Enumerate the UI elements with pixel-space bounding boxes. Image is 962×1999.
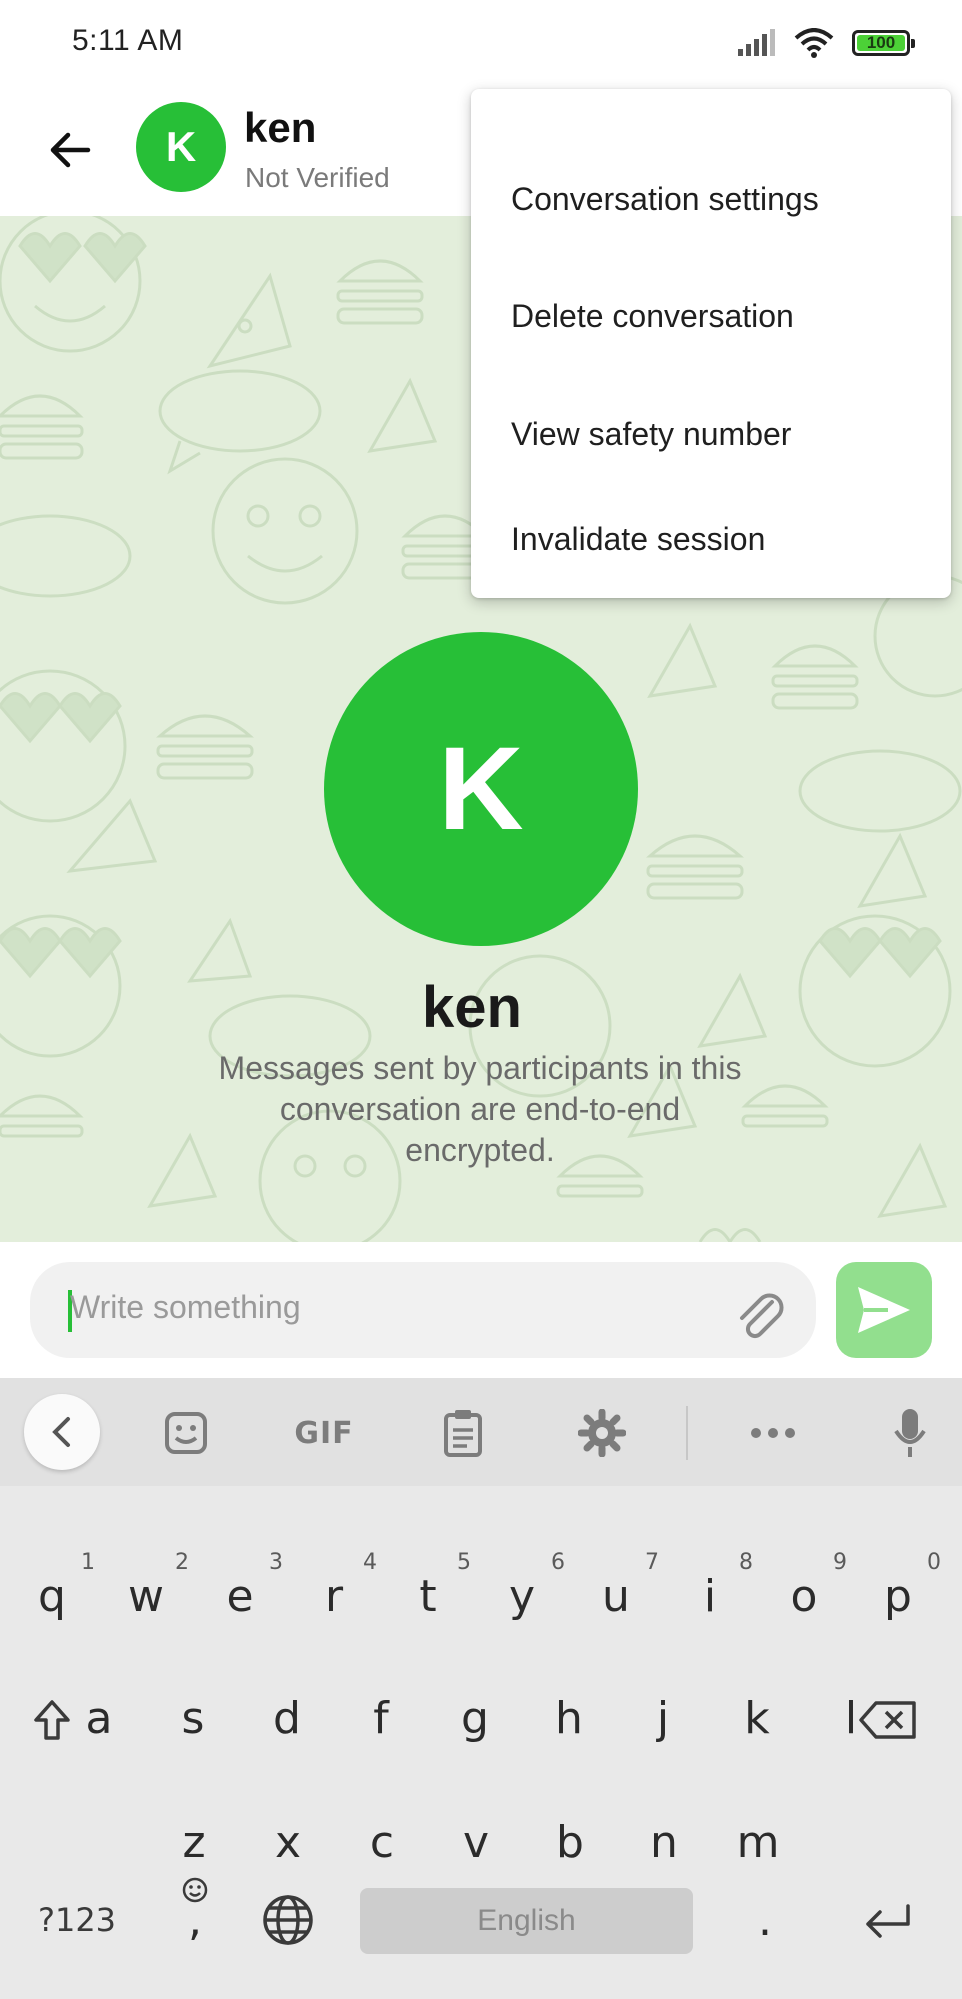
key-hint: 0 — [927, 1550, 941, 1575]
sticker-icon — [165, 1412, 207, 1454]
more-icon — [751, 1428, 795, 1438]
key-d[interactable]: d — [240, 1670, 334, 1766]
key-label: y — [508, 1570, 536, 1622]
key-label: t — [419, 1570, 437, 1622]
key-s[interactable]: s — [146, 1670, 240, 1766]
back-arrow-icon — [50, 132, 91, 168]
menu-item-invalidate-session[interactable]: Invalidate session — [471, 493, 951, 598]
shift-key[interactable] — [5, 1672, 99, 1768]
gif-button[interactable]: GIF — [286, 1400, 362, 1466]
sticker-button[interactable] — [148, 1400, 224, 1466]
key-label: r — [324, 1570, 344, 1622]
key-v[interactable]: v — [429, 1794, 523, 1890]
key-hint: 2 — [175, 1550, 189, 1575]
backspace-key[interactable] — [836, 1672, 940, 1768]
menu-item-view-safety-number[interactable]: View safety number — [471, 375, 951, 493]
signal-icon — [738, 29, 775, 56]
symbols-key[interactable]: ?123 — [20, 1872, 134, 1968]
back-button[interactable] — [36, 116, 104, 184]
key-h[interactable]: h — [522, 1670, 616, 1766]
status-icons: 100 — [736, 26, 915, 60]
key-hint: 5 — [457, 1550, 471, 1575]
key-label: i — [703, 1570, 717, 1622]
send-icon — [858, 1287, 910, 1333]
status-bar: 5:11 AM 100 — [0, 0, 962, 86]
composer-bar: Write something — [0, 1242, 962, 1378]
key-w[interactable]: w2 — [99, 1548, 193, 1644]
globe-icon — [263, 1895, 313, 1945]
key-hint: 7 — [645, 1550, 659, 1575]
verification-status: Not Verified — [245, 162, 390, 193]
voice-input-button[interactable] — [872, 1400, 948, 1466]
paperclip-icon — [740, 1293, 784, 1339]
key-y[interactable]: y6 — [475, 1548, 569, 1644]
key-label: o — [790, 1570, 818, 1622]
key-hint: 1 — [81, 1550, 95, 1575]
key-r[interactable]: r4 — [287, 1548, 381, 1644]
enter-icon — [866, 1904, 910, 1938]
send-button[interactable] — [836, 1262, 932, 1358]
key-o[interactable]: o9 — [757, 1548, 851, 1644]
language-key[interactable] — [241, 1872, 335, 1968]
key-e[interactable]: e3 — [193, 1548, 287, 1644]
microphone-icon — [894, 1409, 926, 1457]
period-key[interactable]: . — [718, 1872, 812, 1968]
settings-icon — [578, 1409, 626, 1457]
contact-name[interactable]: ken — [244, 104, 316, 152]
key-hint: 6 — [551, 1550, 565, 1575]
key-label: w — [128, 1570, 164, 1622]
key-hint: 9 — [833, 1550, 847, 1575]
menu-item-conversation-settings[interactable]: Conversation settings — [471, 141, 951, 257]
key-label: u — [602, 1570, 630, 1622]
clipboard-icon — [444, 1410, 482, 1457]
conversation-name: ken — [422, 975, 522, 1040]
message-input[interactable]: Write something — [30, 1262, 816, 1358]
key-f[interactable]: f — [334, 1670, 428, 1766]
key-g[interactable]: g — [428, 1670, 522, 1766]
key-hint: 4 — [363, 1550, 377, 1575]
on-screen-keyboard: GIF q 1 w 2 e 3 r 4 t 5 y 6 u 7 i 8 o 9 … — [0, 1378, 962, 1999]
key-n[interactable]: n — [617, 1794, 711, 1890]
key-label: q — [38, 1570, 66, 1622]
battery-level: 100 — [866, 33, 896, 52]
menu-item-delete-conversation[interactable]: Delete conversation — [471, 257, 951, 375]
battery-icon: 100 — [852, 30, 915, 56]
key-label: p — [884, 1570, 912, 1622]
space-key[interactable]: English — [360, 1888, 693, 1954]
key-q[interactable]: q1 — [5, 1548, 99, 1644]
key-i[interactable]: i8 — [663, 1548, 757, 1644]
backspace-icon — [859, 1701, 916, 1739]
contact-avatar[interactable]: K — [136, 102, 226, 192]
enter-key[interactable] — [836, 1872, 940, 1968]
message-placeholder: Write something — [70, 1289, 301, 1325]
emoji-icon — [182, 1877, 208, 1903]
toolbar-divider — [686, 1406, 688, 1460]
key-hint: 3 — [269, 1550, 283, 1575]
attach-button[interactable] — [730, 1284, 790, 1344]
encryption-notice: Messages sent by participants in this co… — [218, 1050, 742, 1168]
collapse-toolbar-button[interactable] — [24, 1394, 100, 1470]
key-k[interactable]: k — [710, 1670, 804, 1766]
comma-key[interactable]: , — [148, 1872, 242, 1968]
key-p[interactable]: p0 — [851, 1548, 945, 1644]
key-label: e — [226, 1570, 254, 1622]
chevron-left-icon — [52, 1417, 70, 1447]
wifi-icon — [794, 28, 834, 58]
key-u[interactable]: u7 — [569, 1548, 663, 1644]
key-hint: 8 — [739, 1550, 753, 1575]
keyboard-toolbar: GIF — [0, 1378, 962, 1486]
conversation-avatar: K — [324, 632, 638, 946]
shift-icon — [34, 1700, 70, 1740]
gif-icon: GIF — [294, 1415, 354, 1451]
more-options-button[interactable] — [735, 1400, 811, 1466]
keyboard-settings-button[interactable] — [564, 1400, 640, 1466]
status-time: 5:11 AM — [72, 24, 184, 57]
key-t[interactable]: t5 — [381, 1548, 475, 1644]
key-b[interactable]: b — [523, 1794, 617, 1890]
key-c[interactable]: c — [335, 1794, 429, 1890]
key-j[interactable]: j — [616, 1670, 710, 1766]
overflow-menu: Conversation settings Delete conversatio… — [471, 89, 951, 598]
clipboard-button[interactable] — [425, 1400, 501, 1466]
